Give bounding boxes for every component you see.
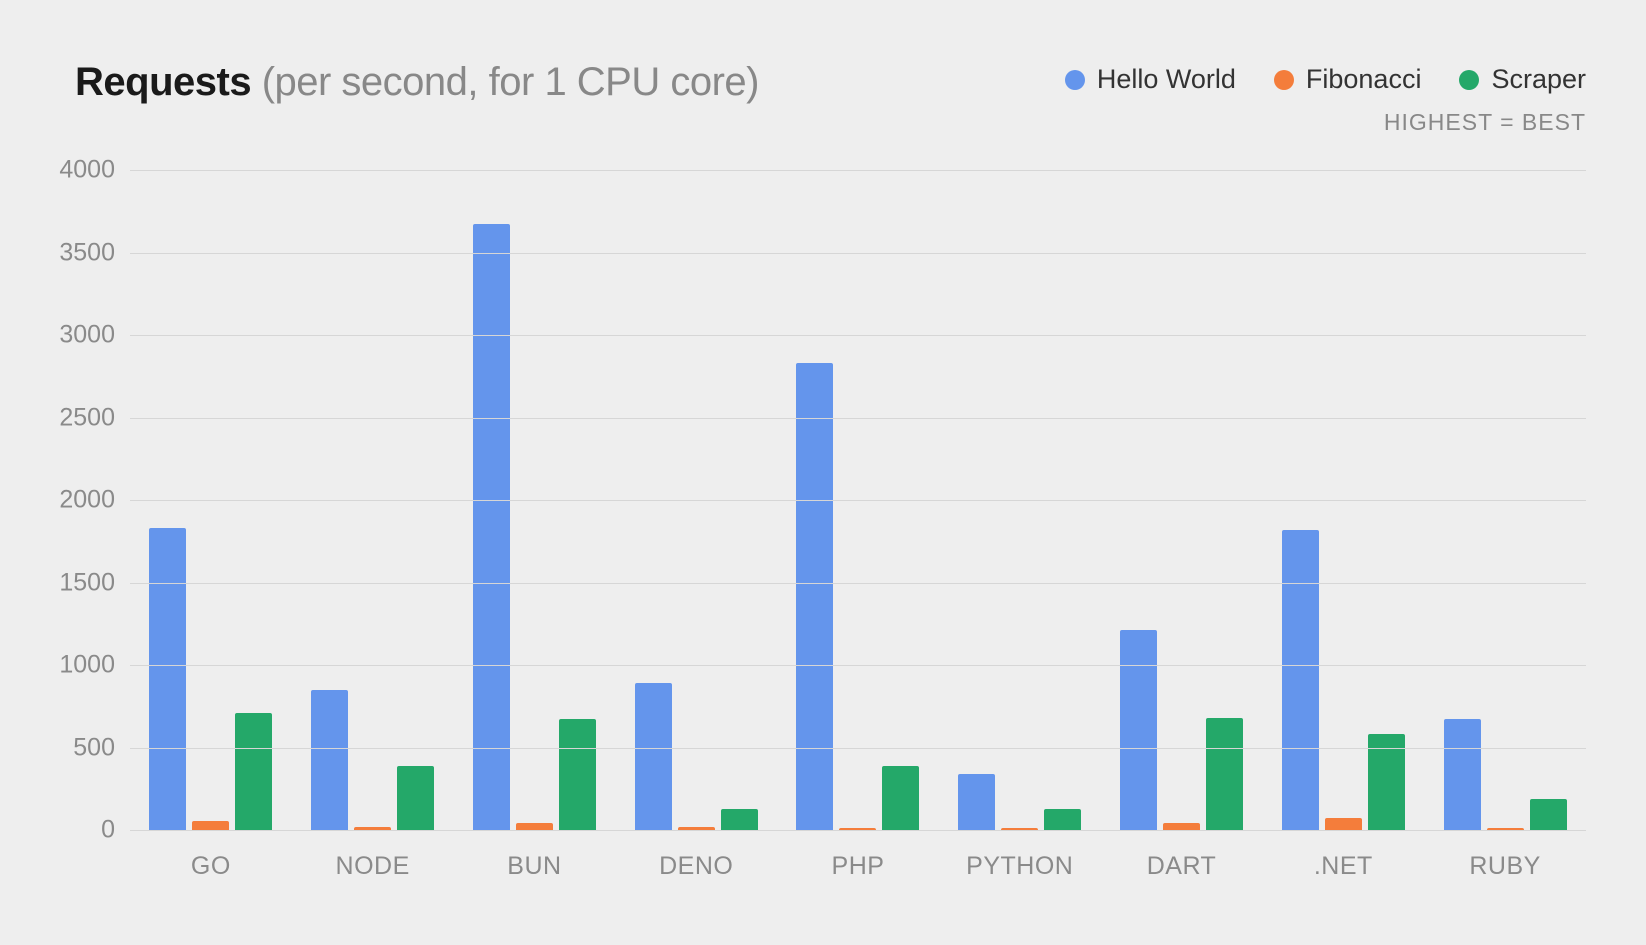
legend-block: Hello World Fibonacci Scraper HIGHEST = BE…: [1065, 58, 1586, 136]
legend-label: Scraper: [1491, 64, 1586, 95]
gridline: [130, 583, 1586, 584]
y-axis-label: 0: [101, 816, 115, 845]
legend-swatch-icon: [1459, 70, 1479, 90]
chart-header: Requests (per second, for 1 CPU core) He…: [75, 58, 1586, 136]
bar: [192, 821, 229, 830]
legend-item: Scraper: [1459, 64, 1586, 95]
x-axis-label: RUBY: [1469, 852, 1540, 881]
legend-swatch-icon: [1065, 70, 1085, 90]
bar: [958, 774, 995, 830]
y-axis-label: 1500: [59, 568, 115, 597]
bar: [397, 766, 434, 830]
bar: [149, 528, 186, 830]
legend-note: HIGHEST = BEST: [1065, 109, 1586, 136]
title-main: Requests: [75, 60, 251, 104]
bar: [1368, 734, 1405, 830]
y-axis-label: 3500: [59, 238, 115, 267]
bar: [1444, 719, 1481, 830]
x-axis-label: DART: [1147, 852, 1217, 881]
legend-label: Fibonacci: [1306, 64, 1422, 95]
y-axis-label: 2500: [59, 403, 115, 432]
bar: [516, 823, 553, 830]
bar: [1206, 718, 1243, 830]
bar: [1325, 818, 1362, 830]
gridline: [130, 500, 1586, 501]
bar: [1163, 823, 1200, 830]
bar: [1282, 530, 1319, 830]
gridline: [130, 418, 1586, 419]
bar: [1120, 630, 1157, 830]
bar: [635, 683, 672, 830]
plot-area: GONODEBUNDENOPHPPYTHONDART.NETRUBY 05001…: [130, 170, 1586, 830]
legend-item: Hello World: [1065, 64, 1236, 95]
bar: [473, 224, 510, 830]
bar: [311, 690, 348, 830]
gridline: [130, 830, 1586, 831]
gridline: [130, 253, 1586, 254]
y-axis-label: 500: [73, 733, 115, 762]
y-axis-label: 2000: [59, 486, 115, 515]
x-axis-label: BUN: [507, 852, 561, 881]
gridline: [130, 335, 1586, 336]
x-axis-label: .NET: [1314, 852, 1373, 881]
gridline: [130, 170, 1586, 171]
gridline: [130, 665, 1586, 666]
bar: [1044, 809, 1081, 830]
legend-swatch-icon: [1274, 70, 1294, 90]
y-axis-label: 4000: [59, 156, 115, 185]
x-axis-label: PYTHON: [966, 852, 1073, 881]
legend: Hello World Fibonacci Scraper: [1065, 64, 1586, 95]
x-axis-label: DENO: [659, 852, 733, 881]
legend-label: Hello World: [1097, 64, 1236, 95]
bar: [1530, 799, 1567, 830]
y-axis-label: 3000: [59, 321, 115, 350]
chart-container: Requests (per second, for 1 CPU core) He…: [0, 0, 1646, 945]
y-axis-label: 1000: [59, 651, 115, 680]
bar: [796, 363, 833, 830]
bar: [559, 719, 596, 830]
x-axis-label: NODE: [336, 852, 410, 881]
title-sub: (per second, for 1 CPU core): [262, 60, 759, 104]
bar: [721, 809, 758, 830]
x-axis-label: GO: [191, 852, 231, 881]
bar: [235, 713, 272, 830]
chart-title: Requests (per second, for 1 CPU core): [75, 58, 759, 106]
bar: [882, 766, 919, 830]
gridline: [130, 748, 1586, 749]
legend-item: Fibonacci: [1274, 64, 1422, 95]
x-axis-label: PHP: [832, 852, 885, 881]
